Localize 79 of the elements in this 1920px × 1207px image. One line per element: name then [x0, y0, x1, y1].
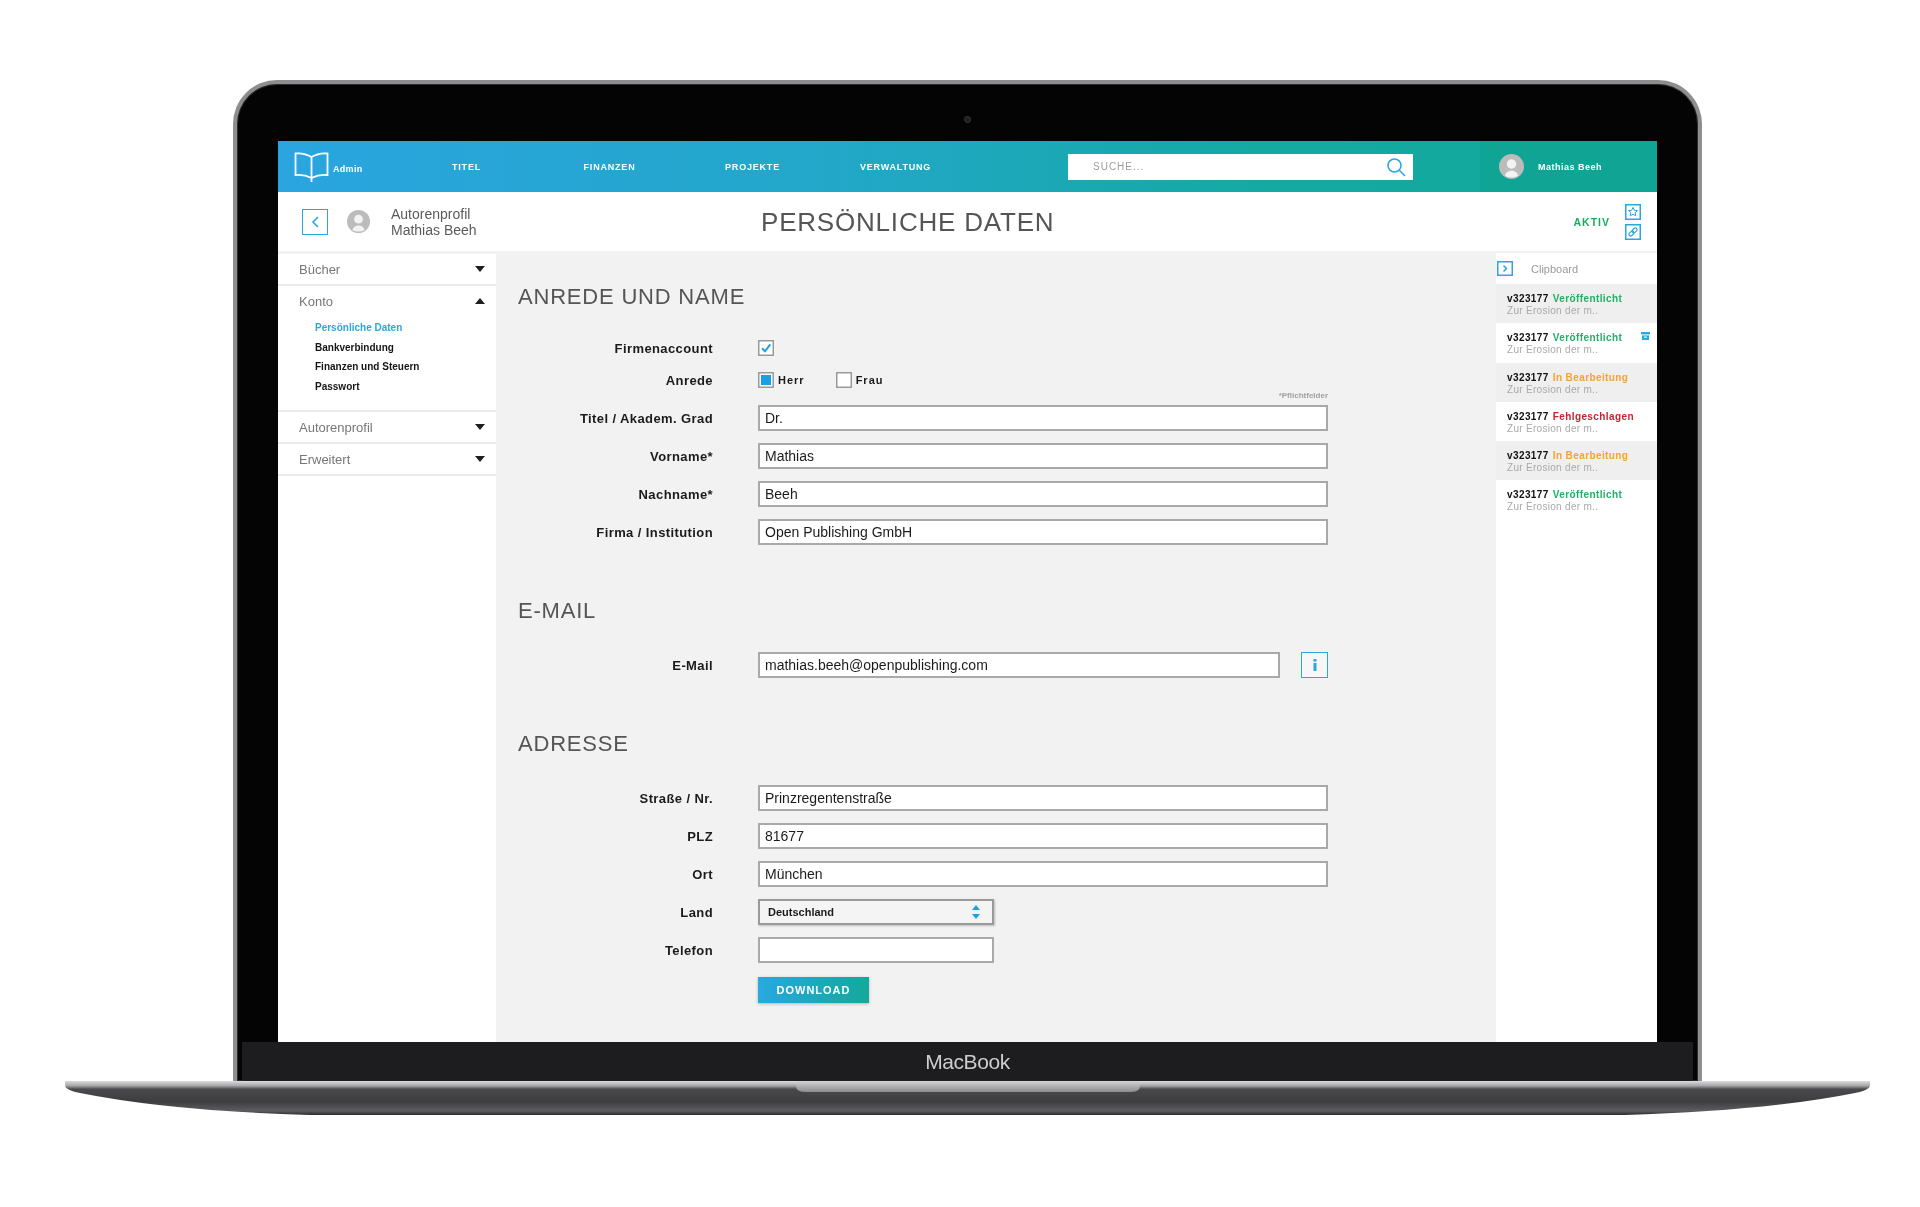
brand-label: MacBook	[925, 1049, 1010, 1074]
version-code: v323177	[1507, 371, 1549, 384]
section-heading: ANREDE UND NAME	[518, 283, 746, 311]
text-field[interactable]: München	[758, 861, 1328, 887]
profile-section-label: Autorenprofil	[391, 205, 471, 222]
item-excerpt: Zur Erosion der m..	[1507, 344, 1599, 357]
section-heading: E-MAIL	[518, 597, 597, 625]
field-label: Anrede	[665, 372, 713, 388]
radio-label[interactable]: Frau	[855, 374, 884, 386]
logo-text: Admin	[333, 163, 363, 174]
camera-icon	[964, 116, 971, 123]
field-label: Nachname*	[638, 486, 713, 502]
status-label: In Bearbeitung	[1552, 371, 1629, 384]
panel-title: Clipboard	[1531, 262, 1579, 275]
sidebar-link[interactable]: Passwort	[315, 376, 360, 396]
text-field[interactable]: Dr.	[758, 405, 1328, 431]
item-excerpt: Zur Erosion der m..	[1507, 305, 1599, 317]
clipboard-item[interactable]: v323177 Veröffentlicht Zur Erosion der m..	[1496, 480, 1657, 520]
version-code: v323177	[1507, 293, 1549, 305]
checkbox[interactable]	[758, 340, 774, 356]
field-label: Ort	[692, 866, 713, 882]
version-code: v323177	[1507, 332, 1549, 345]
field-label: Vorname*	[650, 448, 713, 464]
item-excerpt: Zur Erosion der m..	[1507, 462, 1599, 475]
chevron-left-icon	[311, 215, 319, 228]
status-label: Veröffentlicht	[1552, 332, 1623, 345]
text-field[interactable]: Mathias	[758, 443, 1328, 469]
status-label: Veröffentlicht	[1552, 293, 1623, 305]
clipboard-item[interactable]: v323177 In Bearbeitung Zur Erosion der m..	[1496, 362, 1657, 402]
sidebar-link[interactable]: Finanzen und Steuern	[315, 357, 420, 377]
field-label: PLZ	[687, 828, 713, 844]
book-icon[interactable]	[294, 150, 329, 183]
status-label: Veröffentlicht	[1552, 489, 1623, 502]
page-title: PERSÖNLICHE DATEN	[761, 206, 1055, 237]
avatar-icon	[347, 210, 370, 233]
radio-label[interactable]: Herr	[778, 374, 805, 386]
phone-field[interactable]	[758, 937, 994, 963]
back-button[interactable]	[302, 208, 328, 235]
sort-arrows-icon	[972, 905, 980, 919]
avatar-icon	[1499, 154, 1524, 179]
link-icon[interactable]	[1625, 223, 1641, 240]
clipboard-item[interactable]: v323177 Veröffentlicht Zur Erosion der m..	[1496, 323, 1657, 363]
field-label: Straße / Nr.	[639, 790, 713, 806]
clipboard-item[interactable]: v323177 Fehlgeschlagen Zur Erosion der m..	[1496, 401, 1657, 442]
radio-button[interactable]	[758, 372, 774, 388]
box-icon[interactable]	[1641, 332, 1650, 341]
email-field[interactable]: mathias.beeh@openpublishing.com	[758, 652, 1280, 678]
field-label: Land	[680, 904, 713, 920]
clipboard-item[interactable]: v323177 Veröffentlicht Zur Erosion der m..	[1496, 284, 1657, 324]
search-icon[interactable]	[1386, 156, 1406, 177]
text-field[interactable]: Beeh	[758, 481, 1328, 507]
clipboard-item[interactable]: v323177 In Bearbeitung Zur Erosion der m..	[1496, 441, 1657, 481]
radio-button[interactable]	[835, 372, 852, 388]
field-label: Firma / Institution	[596, 524, 713, 540]
item-excerpt: Zur Erosion der m..	[1507, 383, 1599, 396]
text-field[interactable]: 81677	[758, 823, 1328, 849]
text-field[interactable]: Prinzregentenstraße	[758, 785, 1328, 811]
search-field[interactable]: SUCHE...	[1068, 153, 1413, 180]
info-button[interactable]	[1301, 652, 1328, 678]
field-label: Telefon	[664, 942, 713, 958]
field-label: Titel / Akadem. Grad	[580, 410, 713, 426]
dropdown-field[interactable]: Deutschland	[758, 899, 994, 925]
text-field[interactable]: Open Publishing GmbH	[758, 519, 1328, 545]
field-label: Firmenaccount	[614, 340, 713, 356]
version-code: v323177	[1507, 450, 1549, 463]
version-code: v323177	[1507, 410, 1549, 423]
sidebar-link[interactable]: Bankverbindung	[315, 337, 394, 357]
item-excerpt: Zur Erosion der m..	[1507, 501, 1599, 514]
status-label: Fehlgeschlagen	[1552, 410, 1634, 423]
required-note: *Pflichtfelder	[1278, 390, 1328, 402]
info-icon	[1312, 659, 1317, 671]
chevron-right-icon[interactable]	[1497, 261, 1513, 276]
profile-name: Mathias Beeh	[391, 221, 477, 238]
version-code: v323177	[1507, 489, 1549, 502]
field-label: E-Mail	[672, 657, 713, 673]
section-heading: ADRESSE	[518, 730, 629, 758]
status-label: AKTIV	[1573, 215, 1610, 228]
status-label: In Bearbeitung	[1552, 450, 1629, 463]
item-excerpt: Zur Erosion der m..	[1507, 422, 1599, 435]
